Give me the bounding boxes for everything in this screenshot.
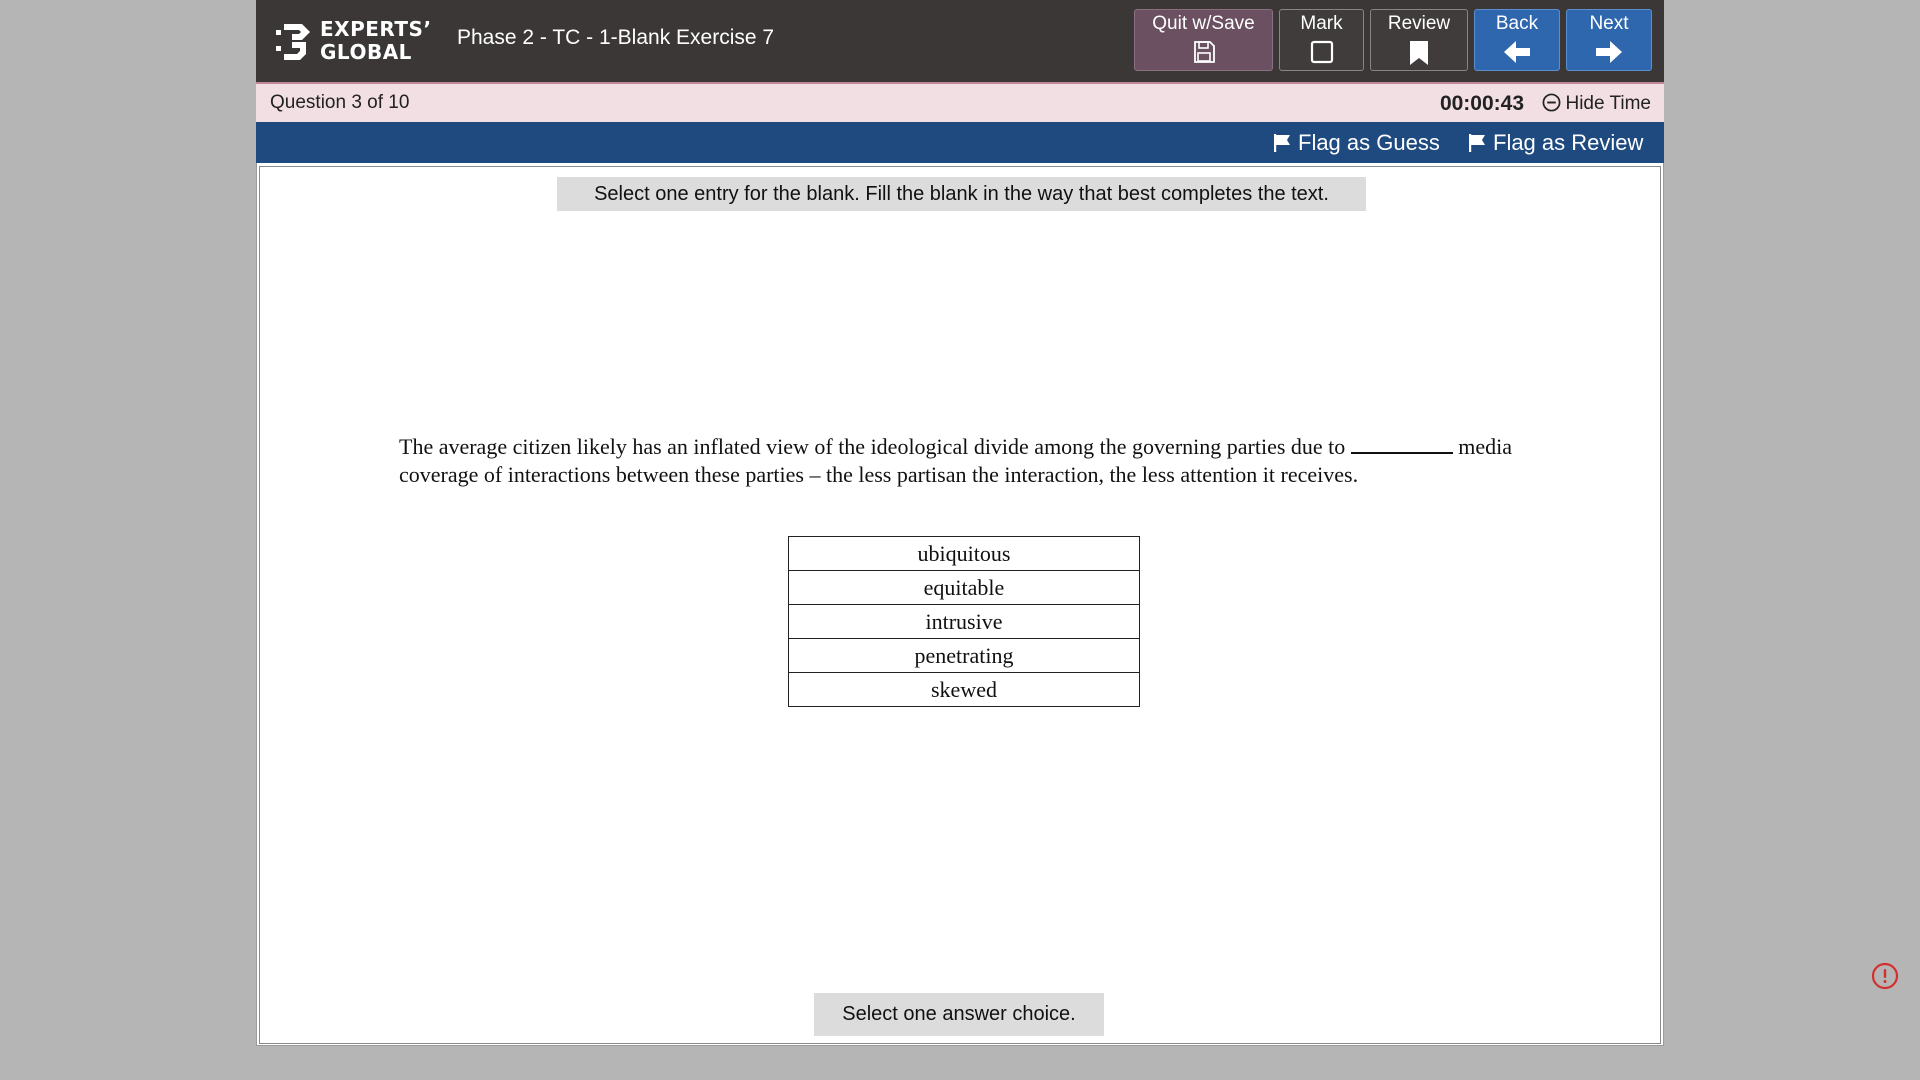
mark-label: Mark xyxy=(1300,13,1343,34)
review-label: Review xyxy=(1387,13,1451,34)
header-bar: EXPERTS’ GLOBAL Phase 2 - TC - 1-Blank E… xyxy=(256,0,1664,82)
timer-display: 00:00:43 xyxy=(1439,92,1524,115)
flag-bar: Flag as Guess Flag as Review xyxy=(256,122,1664,163)
bookmark-icon xyxy=(1410,41,1428,65)
checkbox-icon xyxy=(1310,40,1333,64)
arrow-left-icon xyxy=(1504,41,1530,63)
review-button[interactable]: Review xyxy=(1370,9,1468,71)
brand-logo: EXPERTS’ GLOBAL xyxy=(276,18,431,64)
mark-button[interactable]: Mark xyxy=(1279,9,1364,71)
flag-icon xyxy=(1274,134,1290,152)
question-counter: Question 3 of 10 xyxy=(270,92,410,113)
back-button[interactable]: Back xyxy=(1474,9,1560,71)
flag-as-guess-label: Flag as Guess xyxy=(1298,130,1440,155)
answer-choices: ubiquitous equitable intrusive penetrati… xyxy=(788,536,1140,707)
next-button[interactable]: Next xyxy=(1566,9,1652,71)
answer-choice-equitable[interactable]: equitable xyxy=(789,571,1139,605)
next-label: Next xyxy=(1589,13,1629,34)
question-passage: The average citizen likely has an inflat… xyxy=(399,433,1529,489)
brand-name: EXPERTS’ GLOBAL xyxy=(320,18,432,64)
flag-icon xyxy=(1469,134,1485,152)
exam-title: Phase 2 - TC - 1-Blank Exercise 7 xyxy=(457,26,775,49)
brand-line2: GLOBAL xyxy=(320,40,412,64)
flag-as-review-button[interactable]: Flag as Review xyxy=(1467,130,1643,156)
answer-choice-skewed[interactable]: skewed xyxy=(789,673,1139,706)
select-answer-message: Select one answer choice. xyxy=(814,993,1104,1036)
answer-choice-penetrating[interactable]: penetrating xyxy=(789,639,1139,673)
passage-text-before: The average citizen likely has an inflat… xyxy=(399,434,1351,459)
answer-choice-ubiquitous[interactable]: ubiquitous xyxy=(789,537,1139,571)
exclamation-circle-icon[interactable] xyxy=(1871,962,1899,990)
back-label: Back xyxy=(1495,13,1539,34)
answer-blank xyxy=(1350,434,1453,454)
flag-as-guess-button[interactable]: Flag as Guess xyxy=(1272,130,1440,156)
arrow-right-icon xyxy=(1596,41,1622,63)
brand-line1: EXPERTS’ xyxy=(320,17,432,41)
quit-save-label: Quit w/Save xyxy=(1152,13,1255,34)
logo-mark-icon xyxy=(276,24,310,60)
hide-time-label: Hide Time xyxy=(1565,93,1651,114)
exam-window: EXPERTS’ GLOBAL Phase 2 - TC - 1-Blank E… xyxy=(256,0,1664,1046)
flag-as-review-label: Flag as Review xyxy=(1493,130,1644,155)
answer-choice-intrusive[interactable]: intrusive xyxy=(789,605,1139,639)
minus-circle-icon xyxy=(1543,93,1561,112)
question-content: Select one entry for the blank. Fill the… xyxy=(259,166,1661,1044)
hide-time-button[interactable]: Hide Time xyxy=(1542,93,1651,115)
question-bar: Question 3 of 10 00:00:43 Hide Time xyxy=(256,82,1664,122)
floppy-disk-icon xyxy=(1193,41,1215,63)
quit-save-button[interactable]: Quit w/Save xyxy=(1134,9,1273,71)
instruction-banner: Select one entry for the blank. Fill the… xyxy=(557,177,1366,211)
